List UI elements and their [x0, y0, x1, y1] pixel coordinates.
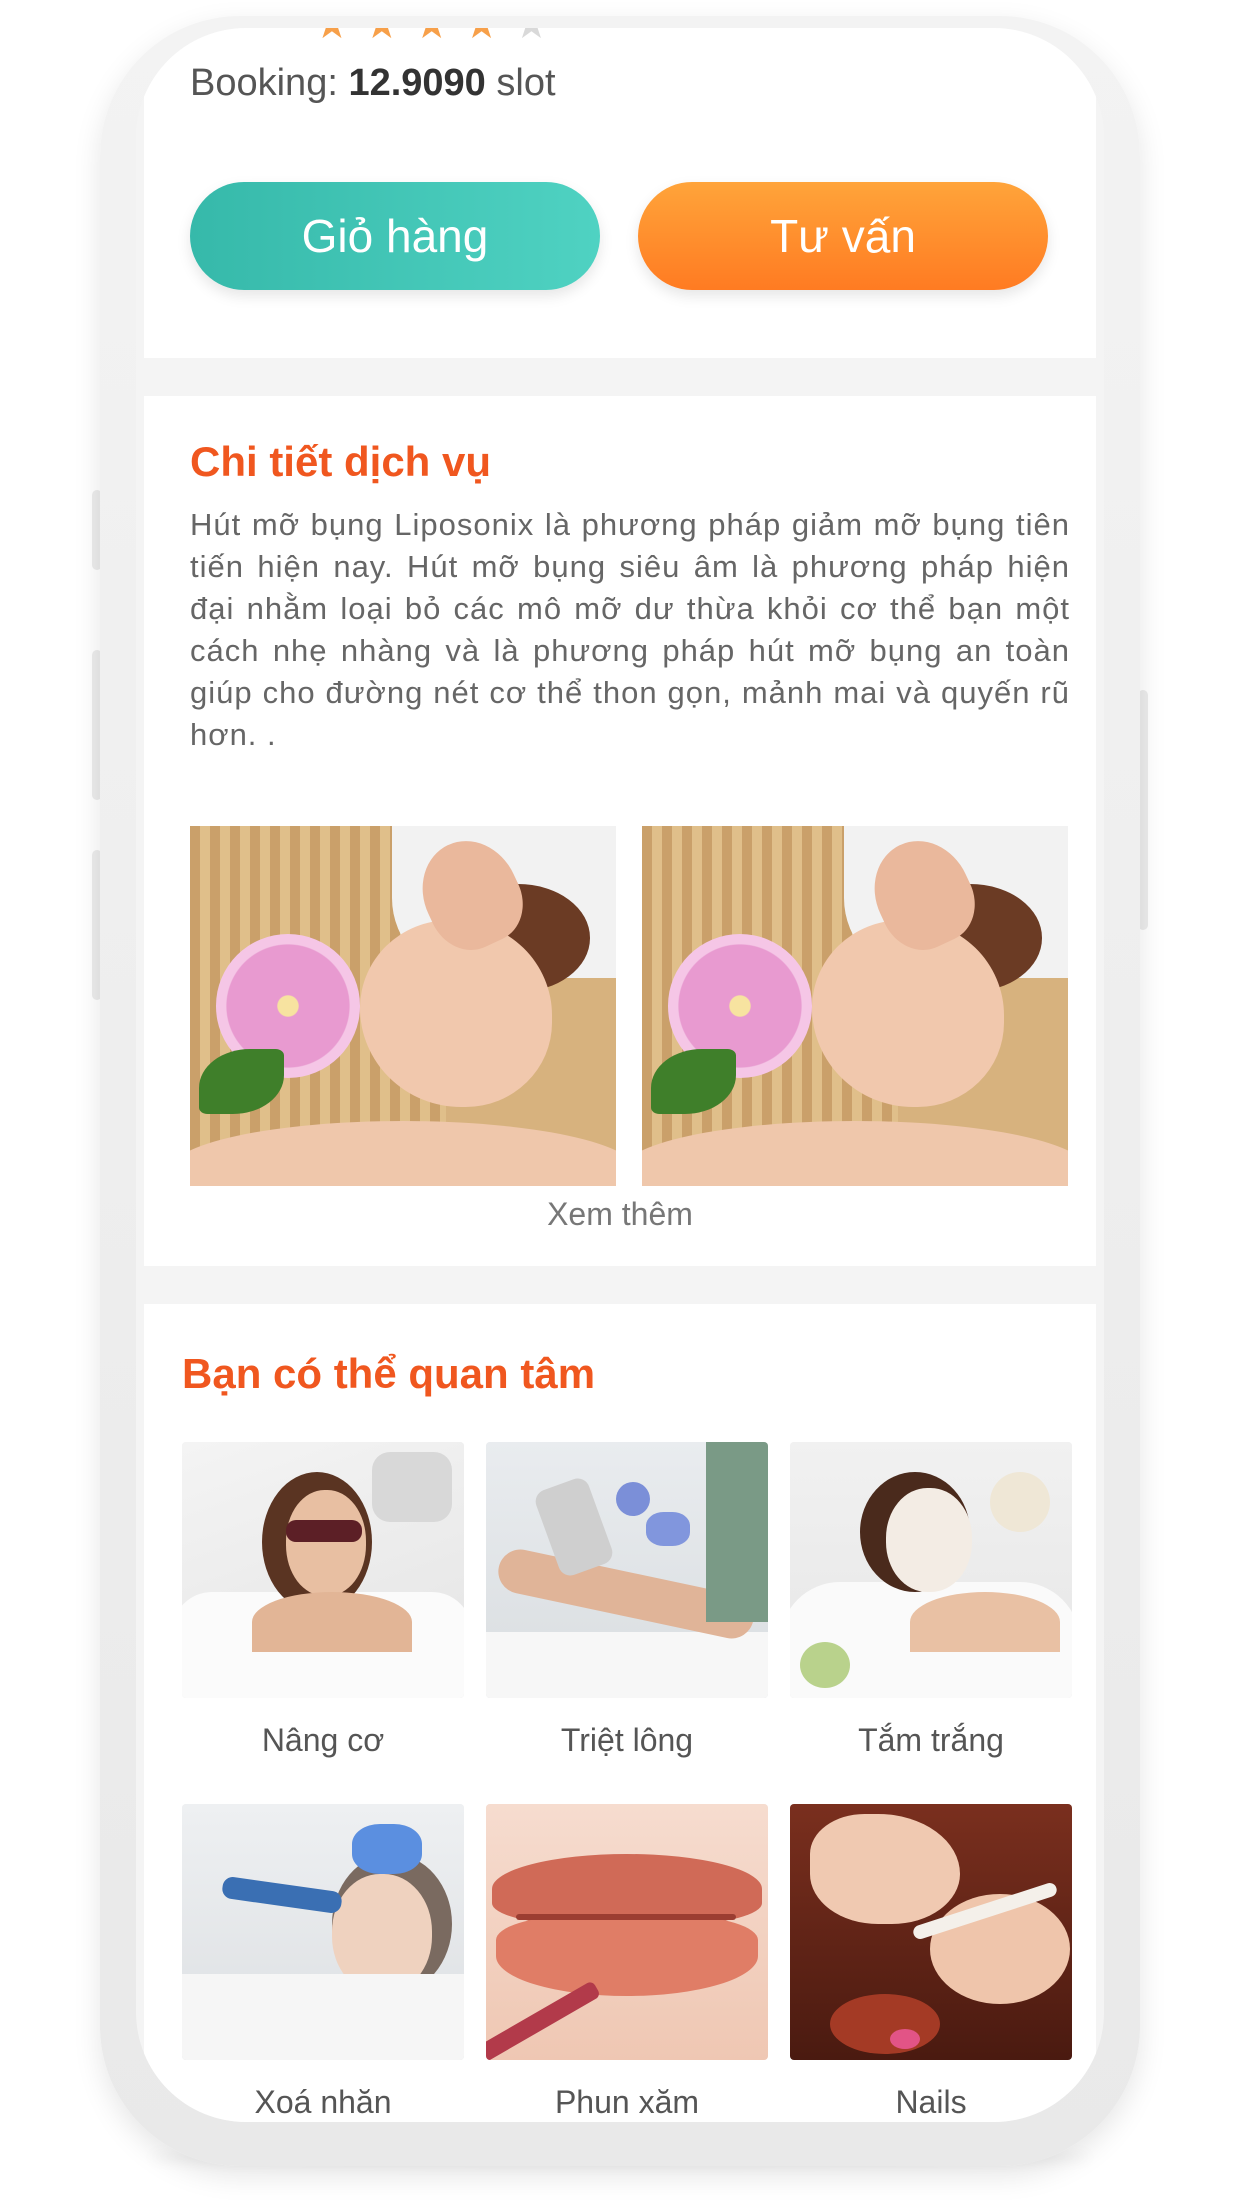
- related-thumb: [790, 1442, 1072, 1698]
- mockup-stage: ★★★★★ Booking: 12.9090 slot Giỏ hàng Tư …: [0, 0, 1242, 2208]
- section-title-details: Chi tiết dịch vụ: [190, 438, 492, 485]
- booking-value: 12.9090: [348, 62, 486, 104]
- cart-button[interactable]: Giỏ hàng: [190, 182, 600, 290]
- booking-label: Booking:: [190, 62, 338, 104]
- see-more-link[interactable]: Xem thêm: [144, 1196, 1096, 1233]
- related-item-label: Tắm trắng: [858, 1722, 1004, 1758]
- related-item-label: Phun xăm: [554, 2084, 700, 2120]
- rating-stars: ★★★★★: [314, 28, 563, 48]
- service-details-card: Chi tiết dịch vụ Hút mỡ bụng Liposonix l…: [144, 396, 1096, 1266]
- related-item-label: Nails: [895, 2084, 967, 2120]
- related-item-label: Triệt lông: [560, 1722, 694, 1758]
- booking-unit: slot: [496, 62, 556, 104]
- product-summary-card: ★★★★★ Booking: 12.9090 slot Giỏ hàng Tư …: [144, 28, 1096, 358]
- star-icon: ★: [364, 28, 414, 47]
- service-photo-2[interactable]: [642, 826, 1068, 1186]
- star-empty-icon: ★: [513, 28, 563, 47]
- related-thumb: [486, 1804, 768, 2060]
- related-thumb: [182, 1804, 464, 2060]
- section-title-related: Bạn có thể quan tâm: [182, 1350, 596, 1397]
- related-services-card: Bạn có thể quan tâm Nâng cơ Triệt lông T…: [144, 1304, 1096, 2122]
- related-thumb: [790, 1804, 1072, 2060]
- star-icon: ★: [414, 28, 464, 47]
- booking-info: Booking: 12.9090 slot: [190, 62, 556, 105]
- service-description: Hút mỡ bụng Liposonix là phương pháp giả…: [190, 507, 1070, 752]
- service-photo-1[interactable]: [190, 826, 616, 1186]
- star-icon: ★: [464, 28, 514, 47]
- star-icon: ★: [314, 28, 364, 47]
- related-thumb: [182, 1442, 464, 1698]
- related-thumb: [486, 1442, 768, 1698]
- related-item-label: Xoá nhăn: [254, 2084, 392, 2120]
- consult-button[interactable]: Tư vấn: [638, 182, 1048, 290]
- related-item-label: Nâng cơ: [261, 1722, 385, 1758]
- phone-screen: ★★★★★ Booking: 12.9090 slot Giỏ hàng Tư …: [136, 28, 1104, 2122]
